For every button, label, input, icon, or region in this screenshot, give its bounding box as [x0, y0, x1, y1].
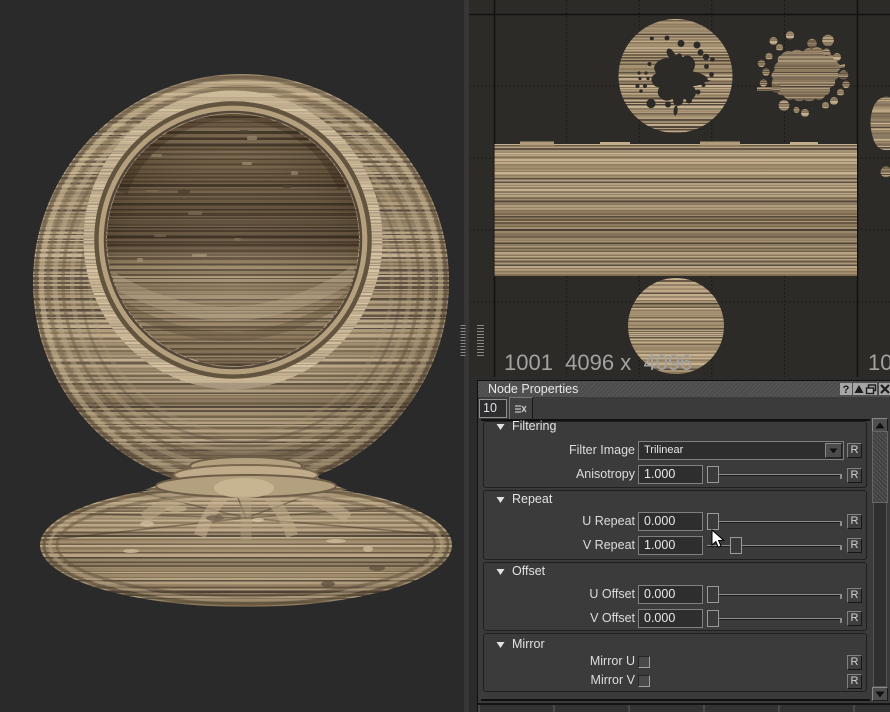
svg-text:1001 4096 x 4096: 1001 4096 x 4096 [504, 350, 692, 375]
svg-text:?: ? [843, 384, 850, 395]
svg-text:100: 100 [868, 350, 890, 375]
